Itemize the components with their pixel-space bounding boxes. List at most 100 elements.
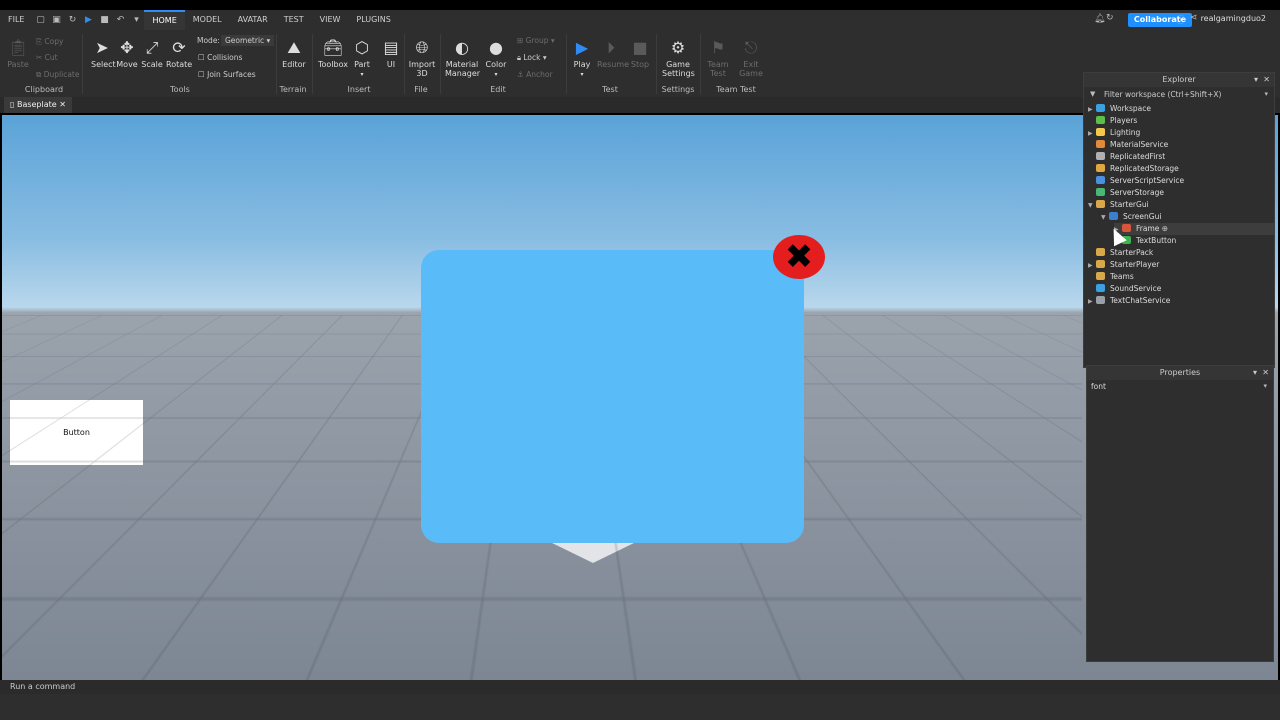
text-button[interactable]: Button	[10, 400, 143, 465]
expand-arrow-icon[interactable]: ▶	[1088, 296, 1096, 308]
tab-plugins[interactable]: PLUGINS	[348, 10, 398, 30]
select-icon: ➤	[95, 38, 109, 57]
exit-label: Exit	[743, 60, 759, 69]
expand-arrow-icon[interactable]: ▼	[1088, 200, 1096, 212]
play-quick-icon[interactable]: ▶	[83, 15, 93, 25]
resume-button[interactable]: ⏵ Resume	[597, 38, 629, 69]
group-button[interactable]: ⊞ Group ▾	[517, 36, 555, 45]
explorer-item-screen-gui[interactable]: ▼ ScreenGui	[1101, 211, 1161, 223]
notification-icon[interactable]: 🔔︎	[1094, 14, 1105, 24]
properties-collapse-icon[interactable]: ▾	[1253, 368, 1257, 377]
material-manager-button[interactable]: ◐ Material Manager	[445, 38, 480, 78]
import-3d-button[interactable]: 🌐︎ Import 3D	[408, 38, 436, 78]
join-surfaces-label: Join Surfaces	[207, 70, 256, 79]
duplicate-button[interactable]: ⧉ Duplicate	[36, 70, 79, 80]
explorer-item-label: StarterGui	[1110, 200, 1149, 209]
paste-button[interactable]: 📋︎ Paste	[6, 38, 30, 69]
tab-model[interactable]: MODEL	[185, 10, 230, 30]
explorer-panel: Explorer ▾ ✕ Filter workspace (Ctrl+Shif…	[1083, 72, 1275, 368]
help-icon[interactable]: ⓘ	[1176, 13, 1185, 26]
rotate-button[interactable]: ⟳ Rotate	[166, 38, 192, 69]
explorer-item-text-chat-service[interactable]: ▶ TextChatService	[1088, 295, 1170, 307]
explorer-item-label: ScreenGui	[1123, 212, 1162, 221]
tab-view[interactable]: VIEW	[312, 10, 349, 30]
mode-dropdown[interactable]: Geometric ▾	[221, 35, 275, 46]
explorer-item-server-script-service[interactable]: ServerScriptService	[1088, 175, 1184, 187]
explorer-item-replicated-storage[interactable]: ReplicatedStorage	[1088, 163, 1179, 175]
scale-button[interactable]: ⤢ Scale	[141, 38, 163, 69]
cut-button[interactable]: ✂ Cut	[36, 53, 58, 62]
menu-bar: FILE ▢ ▣ ↻ ▶ ■ ↶ ▾ HOME MODEL AVATAR TES…	[0, 10, 1280, 30]
group-test: Test	[602, 85, 618, 94]
username[interactable]: realgamingduo2	[1201, 14, 1266, 23]
close-tab-icon[interactable]: ✕	[59, 100, 66, 109]
new-file-icon[interactable]: ▢	[35, 15, 45, 25]
join-surfaces-checkbox[interactable]: ☐ Join Surfaces	[198, 70, 256, 79]
expand-arrow-icon[interactable]: ▼	[1101, 212, 1109, 224]
share-icon[interactable]: ⋖	[1190, 13, 1198, 23]
tab-home[interactable]: HOME	[144, 10, 185, 30]
explorer-item-players[interactable]: Players	[1088, 115, 1137, 127]
save-icon[interactable]: ▣	[51, 15, 61, 25]
explorer-item-workspace[interactable]: ▶ Workspace	[1088, 103, 1151, 115]
color-sphere-icon: ●	[489, 38, 503, 57]
add-object-icon[interactable]: ⊕	[1159, 224, 1168, 233]
starter-gui-icon	[1096, 200, 1105, 208]
stop-quick-icon[interactable]: ■	[99, 15, 109, 25]
file-menu[interactable]: FILE	[0, 10, 32, 30]
collisions-checkbox[interactable]: ☐ Collisions	[198, 53, 242, 62]
terrain-editor-button[interactable]: ⛰ Editor	[281, 38, 307, 69]
game-settings-button[interactable]: ⚙ Game Settings	[662, 38, 695, 78]
close-button[interactable]: ✖	[773, 235, 825, 279]
tab-avatar[interactable]: AVATAR	[230, 10, 276, 30]
undo-icon[interactable]: ↶	[115, 15, 125, 25]
color-button[interactable]: ● Color ▾	[484, 38, 508, 78]
explorer-item-lighting[interactable]: ▶ Lighting	[1088, 127, 1140, 139]
copy-button[interactable]: ⎘ Copy	[36, 37, 63, 47]
explorer-item-teams[interactable]: Teams	[1088, 271, 1134, 283]
explorer-item-server-storage[interactable]: ServerStorage	[1088, 187, 1164, 199]
explorer-item-starter-player[interactable]: ▶ StarterPlayer	[1088, 259, 1159, 271]
toolbox-icon: 🧰︎	[323, 38, 344, 57]
exit-icon: ⎋	[744, 38, 758, 57]
stop-button[interactable]: ■ Stop	[628, 38, 652, 69]
replicated-storage-icon	[1096, 164, 1105, 172]
explorer-item-label: MaterialService	[1110, 140, 1169, 149]
move-button[interactable]: ✥ Move	[116, 38, 138, 69]
properties-filter-dropdown-icon[interactable]: ▾	[1263, 382, 1267, 390]
explorer-item-sound-service[interactable]: SoundService	[1088, 283, 1161, 295]
exit-game-button[interactable]: ⎋ Exit Game	[738, 38, 764, 78]
play-button[interactable]: ▶ Play ▾	[570, 38, 594, 78]
ribbon-separator	[404, 34, 405, 94]
command-bar[interactable]: Run a command	[0, 680, 1280, 694]
explorer-item-material-service[interactable]: MaterialService	[1088, 139, 1168, 151]
anchor-button[interactable]: ⚓︎ Anchor	[517, 70, 553, 79]
explorer-item-replicated-first[interactable]: ReplicatedFirst	[1088, 151, 1165, 163]
toolbox-button[interactable]: 🧰︎ Toolbox	[317, 38, 349, 69]
filter-dropdown-icon[interactable]: ▾	[1264, 90, 1268, 98]
explorer-item-starter-gui[interactable]: ▼ StarterGui	[1088, 199, 1149, 211]
explorer-item-label: StarterPack	[1110, 248, 1154, 257]
explorer-filter-input[interactable]: Filter workspace (Ctrl+Shift+X)	[1084, 88, 1274, 101]
explorer-item-frame[interactable]: ▶ Frame ⊕	[1114, 223, 1274, 235]
explorer-close-icon[interactable]: ✕	[1263, 75, 1270, 84]
mode-value: Geometric	[225, 36, 265, 45]
redo-icon[interactable]: ↻	[67, 15, 77, 25]
explorer-item-starter-pack[interactable]: StarterPack	[1088, 247, 1153, 259]
scale-label: Scale	[141, 60, 163, 69]
ui-button[interactable]: ▤ UI	[380, 38, 402, 69]
properties-filter-input[interactable]: font	[1087, 381, 1273, 393]
part-button[interactable]: ⬡ Part ▾	[351, 38, 373, 78]
ui-frame[interactable]	[421, 250, 804, 543]
tab-test[interactable]: TEST	[276, 10, 312, 30]
explorer-collapse-icon[interactable]: ▾	[1254, 75, 1258, 84]
paste-icon: 📋︎	[8, 38, 29, 57]
tab-baseplate[interactable]: ▯ Baseplate ✕	[4, 97, 72, 113]
dropdown-icon[interactable]: ▾	[131, 15, 141, 25]
lock-button[interactable]: 🔒︎ Lock ▾	[517, 53, 547, 63]
refresh-icon[interactable]: ↻	[1106, 13, 1114, 23]
filter-icon[interactable]: ▼	[1090, 90, 1095, 98]
team-test-button[interactable]: ⚑ Team Test	[705, 38, 731, 78]
select-button[interactable]: ➤ Select	[91, 38, 116, 69]
properties-close-icon[interactable]: ✕	[1262, 368, 1269, 377]
